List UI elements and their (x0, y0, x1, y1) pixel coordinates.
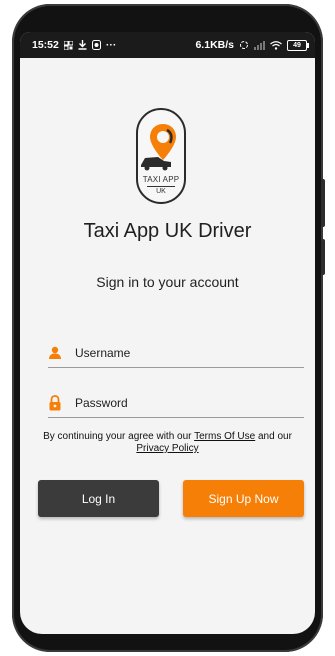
app-notification-icon (91, 40, 101, 50)
data-saver-icon (239, 40, 249, 50)
terms-of-use-link[interactable]: Terms Of Use (194, 431, 255, 442)
lock-icon (48, 394, 70, 411)
login-button[interactable]: Log In (38, 480, 159, 517)
password-input[interactable] (70, 395, 304, 410)
battery-level: 49 (293, 41, 301, 49)
power-button (321, 179, 325, 227)
terms-middle: and our (255, 431, 292, 442)
volume-button (321, 239, 325, 275)
download-icon (78, 40, 87, 50)
person-icon (48, 346, 70, 360)
logo-text-bottom: UK (156, 188, 166, 195)
status-bar: 15:52 ··· 6.1KB/s 49 (20, 32, 315, 58)
terms-notice: By continuing your agree with our Terms … (36, 431, 299, 455)
privacy-policy-link[interactable]: Privacy Policy (136, 443, 198, 454)
phone-frame: 15:52 ··· 6.1KB/s 49 TAXI APP UK Taxi Ap… (12, 4, 325, 652)
wifi-icon (270, 40, 282, 50)
taxi-pin-icon (141, 124, 176, 171)
qr-notification-icon (63, 40, 73, 50)
logo-text-top: TAXI APP (142, 175, 180, 184)
signup-button[interactable]: Sign Up Now (183, 480, 304, 517)
network-speed: 6.1KB/s (195, 39, 234, 51)
page-subtitle: Sign in to your account (96, 274, 239, 290)
status-time: 15:52 (32, 39, 59, 51)
password-field[interactable] (48, 388, 304, 418)
signal-icon (254, 40, 265, 50)
more-notifications-icon: ··· (105, 39, 117, 51)
app-screen: 15:52 ··· 6.1KB/s 49 TAXI APP UK Taxi Ap… (20, 32, 315, 634)
app-title: Taxi App UK Driver (83, 220, 252, 242)
app-logo: TAXI APP UK (136, 108, 186, 204)
username-field[interactable] (48, 338, 304, 368)
terms-prefix: By continuing your agree with our (43, 431, 195, 442)
battery-icon: 49 (287, 39, 309, 51)
username-input[interactable] (70, 345, 304, 360)
logo-divider (147, 186, 175, 187)
